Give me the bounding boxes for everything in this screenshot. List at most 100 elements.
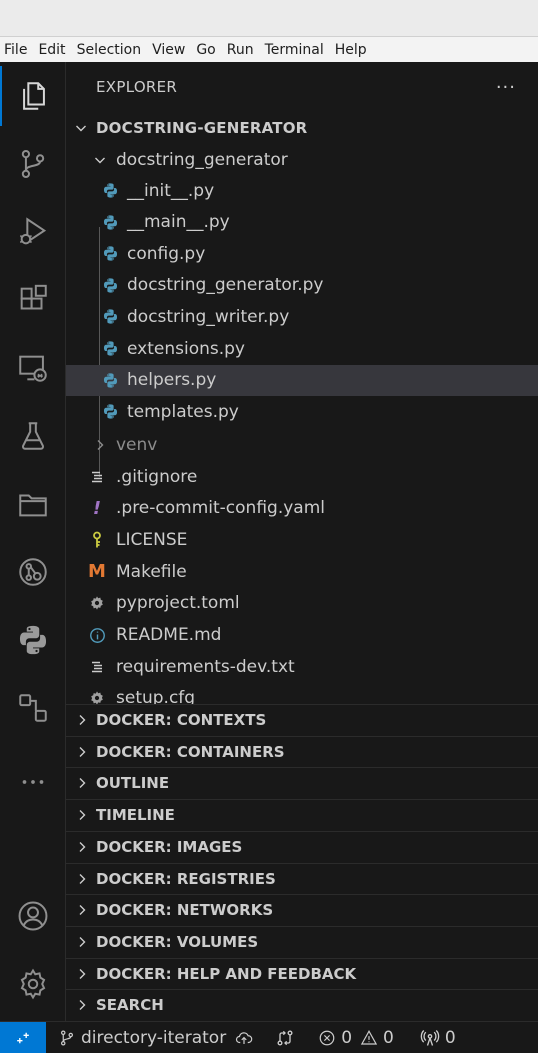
- file-row[interactable]: ! .pre-commit-config.yaml: [66, 493, 538, 524]
- chevron-right-icon: [79, 936, 86, 947]
- warning-icon: [360, 1029, 378, 1045]
- file-name: setup.cfg: [116, 688, 196, 704]
- section-label: DOCKER: IMAGES: [96, 837, 243, 856]
- python-icon: [101, 371, 119, 389]
- remote-explorer-icon[interactable]: [0, 338, 66, 398]
- compare-changes[interactable]: [275, 1028, 300, 1048]
- chevron-down-icon: [76, 125, 86, 131]
- problems-indicator[interactable]: 0 0: [318, 1028, 394, 1048]
- lines-icon: [88, 468, 106, 486]
- section-header[interactable]: SEARCH: [66, 989, 538, 1020]
- folder-label: docstring_generator: [116, 149, 288, 170]
- status-bar: directory-iterator 0 0 0: [0, 1021, 538, 1053]
- branch-indicator[interactable]: directory-iterator: [58, 1028, 259, 1048]
- menu-file[interactable]: File: [4, 42, 27, 58]
- account-icon[interactable]: [0, 886, 66, 946]
- more-actions-icon[interactable]: ···: [496, 77, 516, 98]
- file-row[interactable]: requirements-dev.txt: [66, 651, 538, 682]
- section-header[interactable]: DOCKER: VOLUMES: [66, 925, 538, 957]
- file-name: __main__.py: [127, 212, 230, 233]
- section-header[interactable]: DOCKER: CONTAINERS: [66, 735, 538, 767]
- section-header[interactable]: TIMELINE: [66, 799, 538, 830]
- menu-bar: File Edit Selection View Go Run Terminal…: [0, 37, 538, 62]
- section-label: SEARCH: [96, 996, 164, 1015]
- file-row[interactable]: extensions.py: [66, 333, 538, 364]
- menu-view[interactable]: View: [152, 42, 185, 58]
- cloud-upload-icon[interactable]: [234, 1029, 254, 1047]
- file-row[interactable]: LICENSE: [66, 524, 538, 555]
- file-row[interactable]: __main__.py: [66, 207, 538, 238]
- menu-help[interactable]: Help: [335, 42, 367, 58]
- testing-icon[interactable]: [0, 406, 66, 466]
- git-graph-icon[interactable]: [0, 542, 66, 602]
- folder-docstring-generator[interactable]: docstring_generator: [66, 144, 538, 175]
- file-name: extensions.py: [127, 338, 245, 359]
- section-header[interactable]: OUTLINE: [66, 767, 538, 798]
- chevron-right-icon: [97, 439, 104, 450]
- menu-edit[interactable]: Edit: [38, 42, 65, 58]
- file-name: .pre-commit-config.yaml: [116, 498, 325, 519]
- python-icon: [101, 340, 119, 358]
- folder-venv[interactable]: venv: [66, 429, 538, 460]
- extensions-icon[interactable]: [0, 270, 66, 330]
- file-row[interactable]: README.md: [66, 620, 538, 651]
- root-folder[interactable]: DOCSTRING-GENERATOR: [66, 112, 538, 143]
- file-row[interactable]: docstring_generator.py: [66, 270, 538, 301]
- error-icon: [319, 1030, 335, 1045]
- section-header[interactable]: DOCKER: NETWORKS: [66, 894, 538, 925]
- chevron-right-icon: [79, 715, 86, 725]
- python-icon: [101, 182, 119, 200]
- menu-go[interactable]: Go: [196, 42, 215, 58]
- file-row[interactable]: pyproject.toml: [66, 588, 538, 619]
- settings-gear-icon[interactable]: [0, 954, 66, 1014]
- file-row[interactable]: .gitignore: [66, 461, 538, 492]
- file-row[interactable]: __init__.py: [66, 175, 538, 206]
- menu-run[interactable]: Run: [227, 42, 254, 58]
- venv-label: venv: [116, 434, 158, 455]
- file-row[interactable]: setup.cfg: [66, 683, 538, 704]
- menu-selection[interactable]: Selection: [77, 42, 142, 58]
- info-icon: [88, 626, 106, 644]
- ports-indicator[interactable]: 0: [420, 1028, 456, 1048]
- file-row[interactable]: M Makefile: [66, 556, 538, 587]
- file-row[interactable]: helpers.py: [66, 364, 538, 396]
- python-icon[interactable]: [0, 610, 66, 670]
- ports-count: 0: [444, 1027, 456, 1048]
- python-icon: [101, 213, 119, 231]
- file-name: .gitignore: [116, 466, 198, 487]
- gear-icon: [88, 689, 106, 704]
- explorer-sidebar: EXPLORER ··· DOCSTRING-GENERATOR docstri…: [66, 62, 538, 1021]
- exclamation-icon: !: [92, 497, 102, 519]
- remote-indicator[interactable]: [0, 1021, 46, 1053]
- file-name: pyproject.toml: [116, 593, 240, 614]
- file-name: helpers.py: [127, 370, 217, 391]
- section-header[interactable]: DOCKER: IMAGES: [66, 830, 538, 862]
- python-icon: [101, 308, 119, 326]
- warning-count: 0: [383, 1027, 394, 1048]
- file-name: docstring_writer.py: [127, 306, 290, 327]
- menu-terminal[interactable]: Terminal: [265, 42, 324, 58]
- file-name: Makefile: [116, 561, 187, 582]
- section-label: TIMELINE: [96, 806, 175, 825]
- file-name: requirements-dev.txt: [116, 656, 295, 677]
- title-bar: [0, 0, 538, 37]
- docker-icon[interactable]: [0, 678, 66, 738]
- file-row[interactable]: templates.py: [66, 396, 538, 427]
- file-name: docstring_generator.py: [127, 275, 324, 296]
- section-label: DOCKER: CONTEXTS: [96, 711, 267, 729]
- run-debug-icon[interactable]: [0, 202, 66, 262]
- file-row[interactable]: docstring_writer.py: [66, 301, 538, 332]
- files-icon[interactable]: [0, 66, 66, 126]
- branch-name: directory-iterator: [81, 1027, 227, 1048]
- explorer-title: EXPLORER: [96, 78, 178, 96]
- folder-icon[interactable]: [0, 474, 66, 534]
- section-header[interactable]: DOCKER: CONTEXTS: [66, 704, 538, 735]
- chevron-right-icon: [79, 810, 86, 821]
- section-header[interactable]: DOCKER: HELP AND FEEDBACK: [66, 957, 538, 989]
- source-control-icon[interactable]: [0, 134, 66, 194]
- section-label: OUTLINE: [96, 774, 170, 793]
- file-row[interactable]: config.py: [66, 238, 538, 269]
- section-header[interactable]: DOCKER: REGISTRIES: [66, 862, 538, 894]
- chevron-right-icon: [79, 778, 86, 789]
- more-icon[interactable]: [0, 752, 66, 812]
